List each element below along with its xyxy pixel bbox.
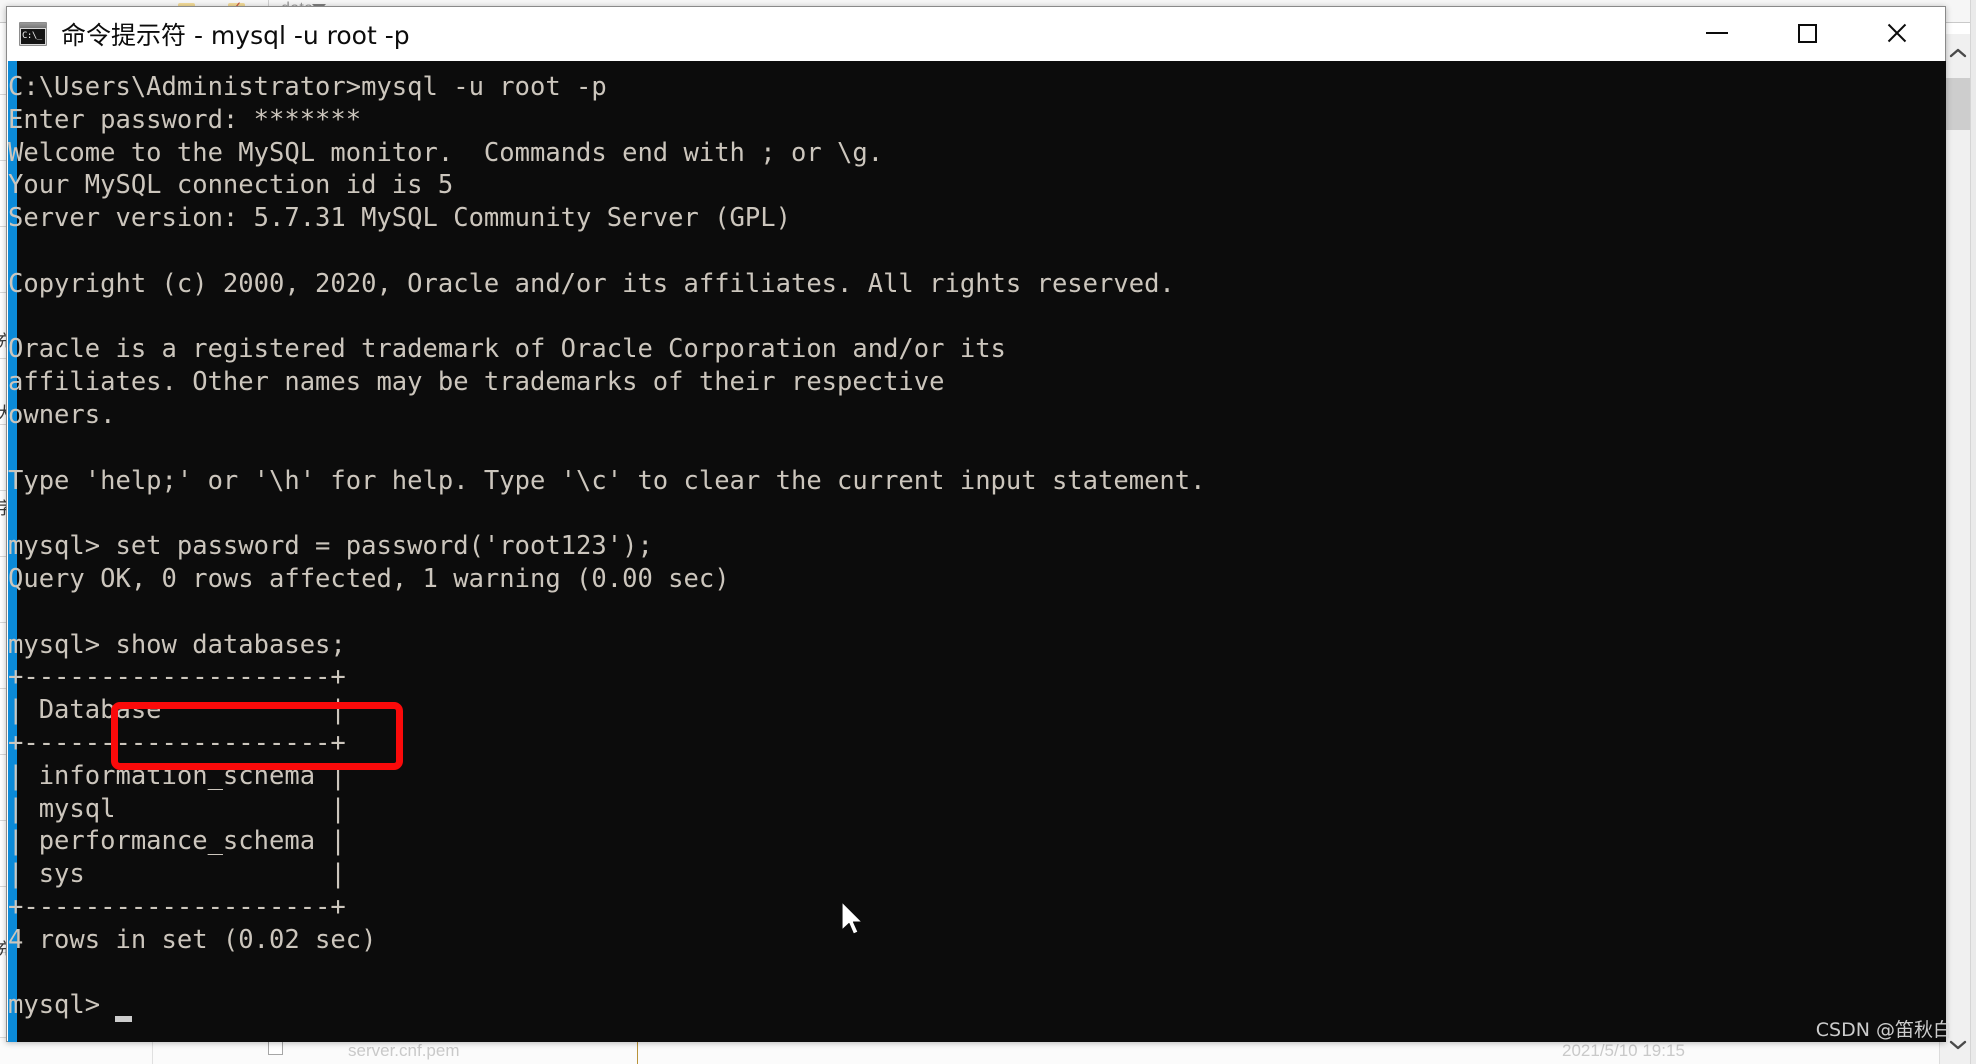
console-line: | Database | — [8, 695, 346, 726]
console-line: C:\Users\Administrator>mysql -u root -p — [8, 72, 607, 102]
console-line: | information_schema | — [8, 760, 346, 791]
console-line: +--------------------+ — [8, 891, 346, 922]
cmd-icon-text: C:\_ — [21, 29, 45, 44]
console-line: | performance_schema | — [8, 826, 346, 857]
console-line: Your MySQL connection id is 5 — [8, 170, 454, 201]
cmd-icon: C:\_ — [19, 22, 47, 46]
console-line: owners. — [8, 399, 116, 430]
command-prompt-window: C:\_ 命令提示符 - mysql -u root -p C:\Users\A… — [6, 6, 1946, 1042]
console-line: Welcome to the MySQL monitor. Commands e… — [8, 137, 884, 168]
console-line: Oracle is a registered trademark of Orac… — [8, 334, 1006, 365]
console-line: affiliates. Other names may be trademark… — [8, 367, 945, 398]
console-line: mysql> set password = password('root123'… — [8, 531, 653, 562]
console-line: Copyright (c) 2000, 2020, Oracle and/or … — [8, 268, 1175, 299]
console-line: Enter password: ******* — [8, 104, 362, 135]
console-line: mysql> show databases; — [8, 629, 346, 660]
close-button[interactable] — [1865, 7, 1929, 59]
window-title: 命令提示符 - mysql -u root -p — [61, 21, 410, 50]
console-output-area[interactable]: C:\Users\Administrator>mysql -u root -p E… — [8, 61, 1946, 1042]
maximize-button[interactable] — [1775, 7, 1839, 59]
console-text: C:\Users\Administrator>mysql -u root -p E… — [8, 71, 1205, 1022]
background-file-date: 2021/5/10 19:15 — [1562, 1041, 1685, 1060]
row-checkbox[interactable] — [268, 1040, 283, 1055]
console-line: mysql> — [8, 990, 101, 1021]
console-line: Server version: 5.7.31 MySQL Community S… — [8, 203, 791, 234]
console-line: | mysql | — [8, 793, 346, 824]
mouse-pointer — [840, 901, 866, 941]
console-line: Query OK, 0 rows affected, 1 warning (0.… — [8, 563, 730, 594]
text-cursor — [115, 1016, 133, 1023]
title-bar[interactable]: C:\_ 命令提示符 - mysql -u root -p — [7, 7, 1945, 61]
minimize-icon — [1706, 32, 1728, 34]
console-line: 4 rows in set (0.02 sec) — [8, 924, 377, 955]
screenshot-root: ✓ data 充 大 字 充 server.cnf.pem 2021/5/10 … — [0, 0, 1976, 1064]
background-file-name: server.cnf.pem — [348, 1041, 460, 1060]
watermark: CSDN @笛秋白 — [1815, 1019, 1952, 1041]
console-line: +--------------------+ — [8, 727, 346, 758]
console-line: +--------------------+ — [8, 662, 346, 693]
maximize-icon — [1797, 23, 1817, 43]
close-icon — [1885, 21, 1909, 45]
window-right-edge — [1970, 0, 1976, 1064]
console-line: | sys | — [8, 859, 346, 890]
console-line: Type 'help;' or '\h' for help. Type '\c'… — [8, 465, 1206, 496]
minimize-button[interactable] — [1685, 7, 1749, 59]
